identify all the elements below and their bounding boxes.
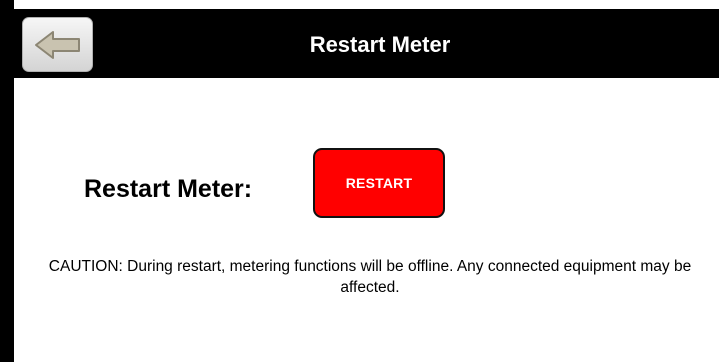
page-title: Restart Meter (309, 32, 451, 57)
back-button[interactable] (22, 17, 93, 72)
top-spacer (14, 0, 719, 9)
caution-message: CAUTION: During restart, metering functi… (48, 258, 692, 296)
restart-button[interactable]: RESTART (313, 148, 445, 218)
back-arrow-icon (33, 29, 83, 61)
left-border (0, 0, 14, 362)
restart-meter-label: Restart Meter: (84, 175, 253, 203)
restart-meter-screen: Restart Meter Restart Meter: RESTART CAU… (0, 0, 719, 362)
